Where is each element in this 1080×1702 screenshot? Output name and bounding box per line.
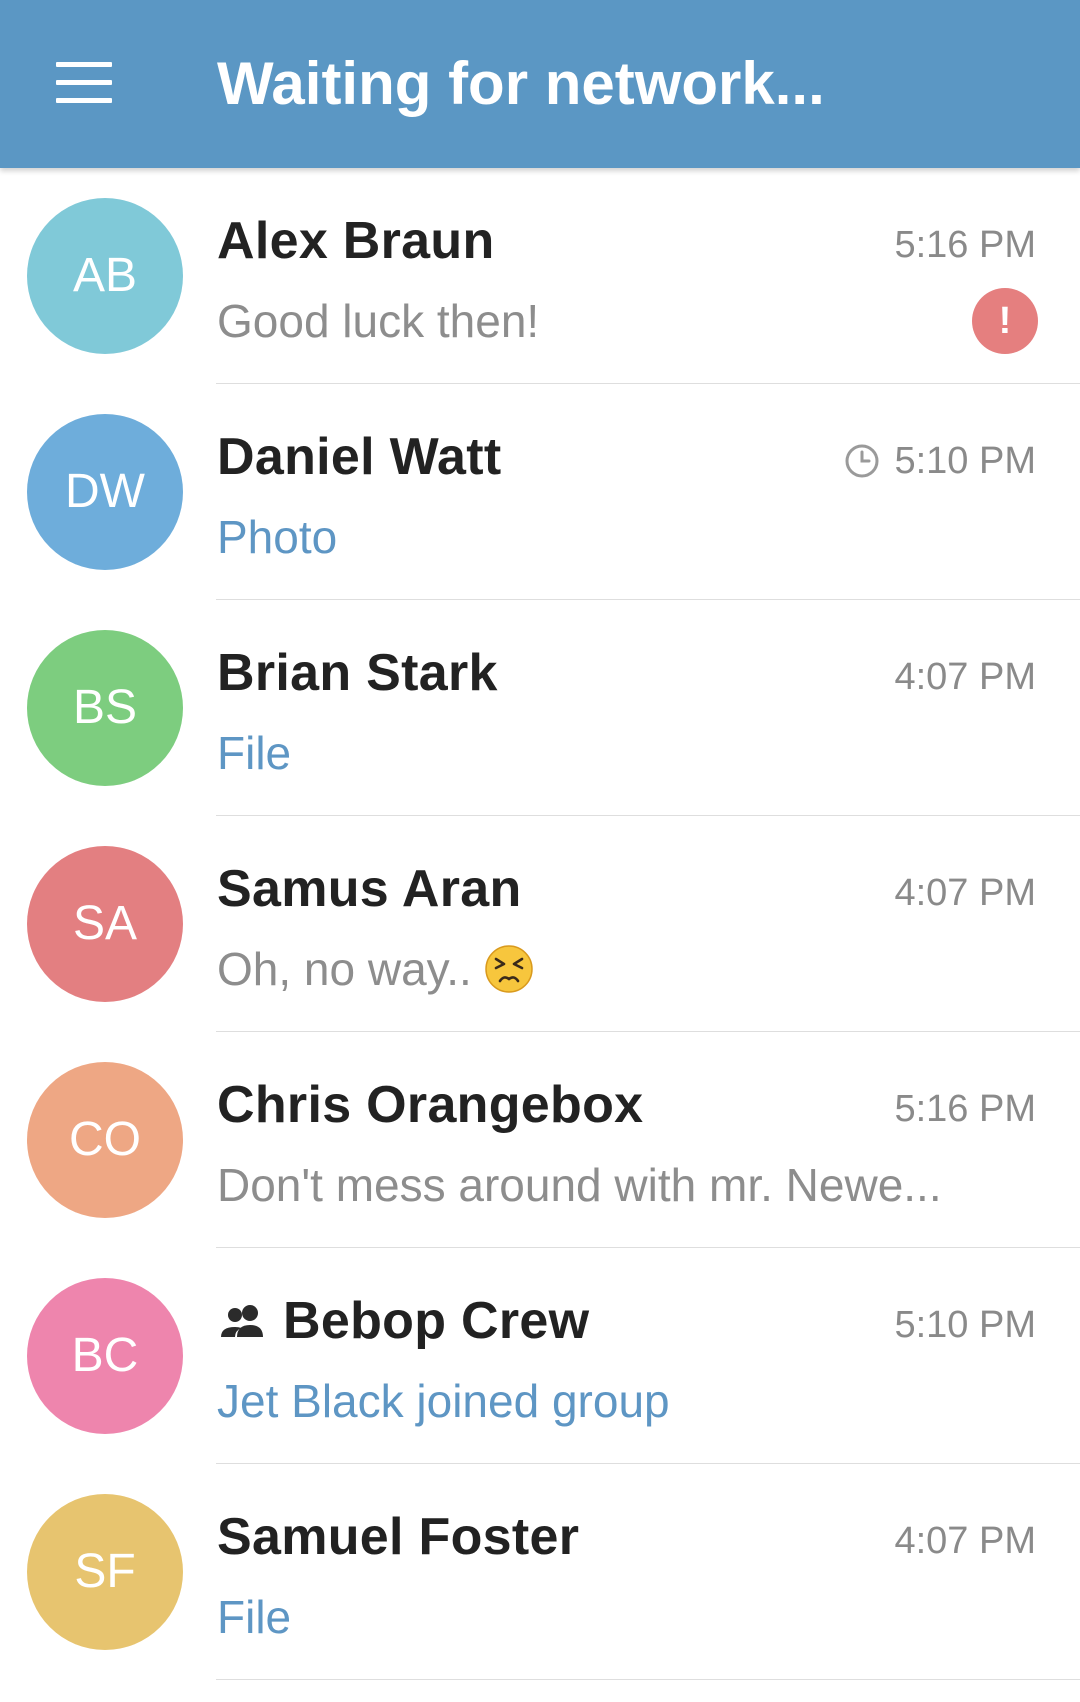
chat-row-chris-orangebox[interactable]: CO Chris Orangebox 5:16 PM Don't mess ar…	[0, 1032, 1080, 1248]
chat-preview: Photo	[217, 504, 337, 570]
menu-bar-bottom	[56, 98, 112, 103]
chat-time-wrap: 5:10 PM	[844, 436, 1036, 486]
chat-time: 4:07 PM	[894, 655, 1036, 698]
row-divider	[216, 1679, 1080, 1680]
menu-bar-top	[56, 62, 112, 67]
chat-name: Daniel Watt	[217, 428, 502, 486]
chat-preview-text: Photo	[217, 511, 338, 563]
chat-preview-text: File	[217, 727, 292, 779]
clock-pending-icon	[845, 444, 879, 478]
chat-row-daniel-watt[interactable]: DW Daniel Watt 5:10 PM Photo	[0, 384, 1080, 600]
chat-name-line: Samus Aran	[217, 856, 522, 922]
chat-name: Bebop Crew	[283, 1292, 590, 1350]
chat-preview-text: Jet Black joined group	[217, 1375, 670, 1427]
avatar: CO	[27, 1062, 183, 1218]
chat-list: AB Alex Braun 5:16 PM Good luck then! ! …	[0, 168, 1080, 1680]
avatar: SA	[27, 846, 183, 1002]
chat-name-line: Alex Braun	[217, 208, 495, 274]
header-title: Waiting for network...	[217, 50, 825, 117]
app-header: Waiting for network...	[0, 0, 1080, 168]
chat-time: 5:10 PM	[894, 1303, 1036, 1346]
chat-row-samuel-foster[interactable]: SF Samuel Foster 4:07 PM File	[0, 1464, 1080, 1680]
avatar: BC	[27, 1278, 183, 1434]
chat-row-samus-aran[interactable]: SA Samus Aran 4:07 PM Oh, no way..	[0, 816, 1080, 1032]
chat-preview-text: Don't mess around with mr. Newe...	[217, 1159, 942, 1211]
chat-preview: File	[217, 1584, 291, 1650]
chat-row-bebop-crew[interactable]: BC Bebop Crew 5:10 PM Jet Black joined g…	[0, 1248, 1080, 1464]
chat-preview-text: Oh, no way..	[217, 943, 472, 995]
chat-time-wrap: 4:07 PM	[894, 1516, 1036, 1566]
chat-preview-text: Good luck then!	[217, 295, 540, 347]
chat-name-line: Brian Stark	[217, 640, 498, 706]
chat-time: 5:16 PM	[894, 223, 1036, 266]
menu-bar-middle	[56, 80, 112, 85]
chat-name-line: Daniel Watt	[217, 424, 502, 490]
avatar: DW	[27, 414, 183, 570]
chat-time-wrap: 4:07 PM	[894, 868, 1036, 918]
chat-name-line: Chris Orangebox	[217, 1072, 643, 1138]
chat-time-wrap: 5:10 PM	[894, 1300, 1036, 1350]
chat-time: 4:07 PM	[894, 871, 1036, 914]
chat-name: Brian Stark	[217, 644, 498, 702]
chat-row-alex-braun[interactable]: AB Alex Braun 5:16 PM Good luck then! !	[0, 168, 1080, 384]
chat-time-wrap: 4:07 PM	[894, 652, 1036, 702]
chat-time-wrap: 5:16 PM	[894, 220, 1036, 270]
chat-time-wrap: 5:16 PM	[894, 1084, 1036, 1134]
error-alert-icon[interactable]: !	[972, 288, 1038, 354]
chat-preview: Oh, no way..	[217, 936, 534, 1002]
chat-preview: Good luck then!	[217, 288, 539, 354]
chat-name: Samuel Foster	[217, 1508, 580, 1566]
chat-name: Chris Orangebox	[217, 1076, 644, 1134]
chat-name: Samus Aran	[217, 860, 522, 918]
chat-time: 5:10 PM	[894, 439, 1036, 482]
avatar: BS	[27, 630, 183, 786]
persevering-face-emoji-icon	[485, 945, 533, 993]
chat-row-brian-stark[interactable]: BS Brian Stark 4:07 PM File	[0, 600, 1080, 816]
chat-name-line: Bebop Crew	[217, 1288, 589, 1354]
hamburger-menu-icon[interactable]	[36, 40, 132, 128]
avatar: AB	[27, 198, 183, 354]
chat-time: 5:16 PM	[894, 1087, 1036, 1130]
chat-list-screen: Waiting for network... AB Alex Braun 5:1…	[0, 0, 1080, 1702]
chat-time: 4:07 PM	[894, 1519, 1036, 1562]
chat-preview: Jet Black joined group	[217, 1368, 670, 1434]
chat-preview: Don't mess around with mr. Newe...	[217, 1152, 942, 1218]
group-icon	[221, 1305, 263, 1337]
chat-name-line: Samuel Foster	[217, 1504, 579, 1570]
chat-preview: File	[217, 720, 291, 786]
chat-preview-text: File	[217, 1591, 292, 1643]
chat-name: Alex Braun	[217, 212, 495, 270]
avatar: SF	[27, 1494, 183, 1650]
